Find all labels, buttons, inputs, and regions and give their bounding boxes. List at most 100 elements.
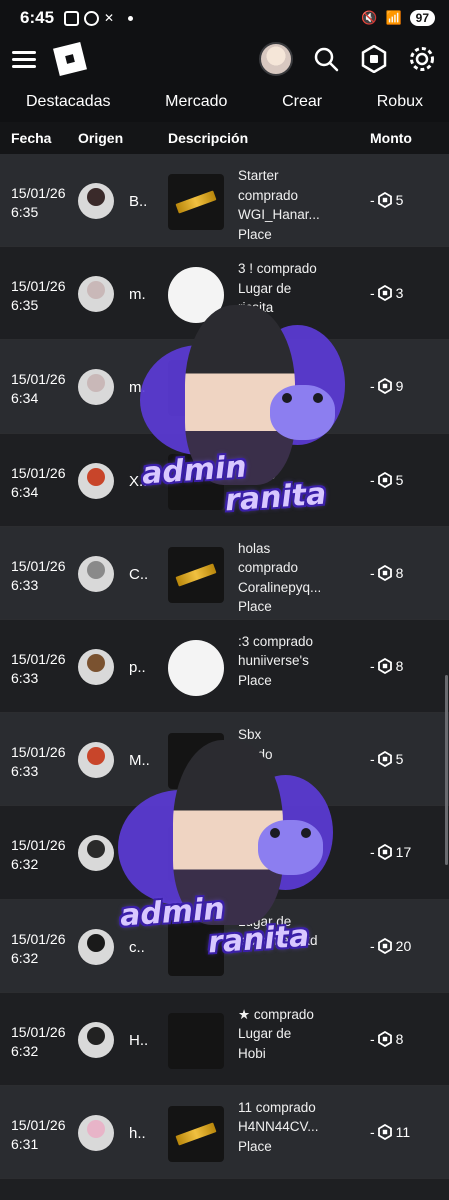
description-line: Place [238,1138,272,1154]
table-row[interactable]: 15/01/26 6:34 m. do - 9 [0,340,449,434]
user-avatar[interactable] [78,928,114,965]
roblox-logo-icon[interactable] [53,42,87,76]
item-thumbnail[interactable] [168,639,224,696]
transaction-description[interactable]: Lugar de lachamak_xd [238,912,362,951]
description-line: ★ comprado [238,1006,314,1022]
username[interactable]: h.. [129,1125,146,1142]
robux-icon[interactable] [359,44,389,74]
description-line: ildollie [238,467,276,483]
description-line: Sbx [238,727,262,743]
user-avatar[interactable] [78,1021,114,1058]
item-thumbnail[interactable] [168,360,224,417]
username[interactable]: X.. [129,473,147,490]
description-line: Place [238,226,272,242]
description-line: :3 comprado [238,633,314,649]
username[interactable]: C.. [129,566,148,583]
table-row[interactable]: 15/01/26 6:32 H.. ★ comprado Lugar de Hobi… [0,992,449,1086]
item-thumbnail[interactable] [168,453,224,510]
negative-sign: - [370,937,375,954]
table-row[interactable]: 15/01/26 6:33 M.. Sbx prado e ish - 5 [0,713,449,807]
item-thumbnail[interactable] [168,174,224,230]
transaction-date: 15/01/26 6:33 [11,743,66,781]
table-row[interactable]: 15/01/26 6:32 - 17 [0,806,449,900]
username[interactable]: B.. [129,193,147,210]
username[interactable]: H.. [129,1032,148,1049]
settings-gear-icon[interactable] [407,44,437,74]
user-avatar[interactable] [78,742,114,779]
username[interactable]: c.. [129,939,145,956]
search-icon[interactable] [311,44,341,74]
transaction-date: 15/01/26 6:34 [11,370,66,408]
transaction-description[interactable]: :3 comprado huniiverse's Place [238,632,362,691]
user-avatar[interactable] [78,462,114,499]
item-thumbnail[interactable] [168,733,224,790]
table-row[interactable]: 15/01/26 6:34 X.. Lugar ildollie - 5 [0,433,449,527]
description-line: comprado [238,187,299,203]
username[interactable]: m. [129,286,146,303]
time-text: 6:34 [11,390,39,407]
negative-sign: - [370,471,375,488]
transaction-date: 15/01/26 6:35 [11,277,66,315]
table-row[interactable]: 15/01/26 6:33 p.. :3 comprado huniiverse'… [0,619,449,714]
user-avatar[interactable] [78,369,114,406]
transaction-description[interactable]: Starter comprado WGI_Hanar... Place [238,166,362,244]
username[interactable]: m. [129,379,146,396]
battery-level: 97 [409,10,435,26]
transaction-description[interactable]: Sbx prado e ish [238,725,362,803]
user-avatar[interactable] [78,276,114,313]
user-avatar[interactable] [78,648,114,685]
table-row[interactable]: 15/01/26 6:35 B.. Starter comprado WGI_Han… [0,154,449,248]
date-text: 15/01/26 [11,744,66,761]
column-header-description: Descripción [168,130,249,146]
transaction-date: 15/01/26 6:32 [11,836,66,874]
item-thumbnail[interactable] [168,919,224,976]
user-avatar[interactable] [78,835,114,872]
transaction-amount: - 8 [370,657,403,674]
item-thumbnail[interactable] [168,826,224,883]
hamburger-menu-icon[interactable] [12,50,36,68]
user-avatar[interactable] [78,555,114,592]
item-thumbnail[interactable] [168,546,224,603]
tab-mercado[interactable]: Mercado [165,93,227,111]
negative-sign: - [370,751,375,768]
amount-value: 5 [395,471,404,488]
transaction-amount: - 5 [370,751,403,768]
scrollbar[interactable] [445,675,448,865]
table-row[interactable]: 15/01/26 6:33 C.. holas comprado Coralinep… [0,526,449,620]
transaction-amount: - 17 [370,844,411,861]
username[interactable]: M.. [129,752,150,769]
transaction-description[interactable]: holas comprado Coralinepyq... Place [238,539,362,617]
transaction-date: 15/01/26 6:32 [11,930,66,968]
description-line: Lugar de [238,913,292,929]
item-thumbnail[interactable] [168,1105,224,1162]
transaction-date: 15/01/26 6:33 [11,557,66,595]
robux-icon [377,657,392,674]
description-line: comprado [238,560,299,576]
tab-robux[interactable]: Robux [377,93,423,111]
transaction-amount: - 20 [370,937,411,954]
description-line: lachamak_xd [238,933,318,948]
tab-crear[interactable]: Crear [282,93,322,111]
table-row[interactable]: 15/01/26 6:31 h.. 11 comprado H4NN44CV...… [0,1085,449,1180]
negative-sign: - [370,1123,375,1140]
description-line: 3 ! comprado [238,261,317,277]
transaction-description[interactable]: 3 ! comprado Lugar de ricsita [238,259,362,318]
tab-destacadas[interactable]: Destacadas [26,93,111,111]
user-avatar[interactable] [78,183,114,219]
transaction-description[interactable]: do [238,352,362,372]
username[interactable]: p.. [129,659,146,676]
negative-sign: - [370,192,375,208]
user-avatar[interactable] [78,1114,114,1151]
status-time: 6:45 [20,8,55,27]
time-text: 6:32 [11,1042,39,1059]
item-thumbnail[interactable] [168,1012,224,1069]
robux-icon [377,937,392,954]
transaction-description[interactable]: 11 comprado H4NN44CV... Place [238,1098,362,1157]
transaction-description[interactable]: ★ comprado Lugar de Hobi [238,1005,362,1064]
table-row[interactable]: 15/01/26 6:35 m. 3 ! comprado Lugar de ric… [0,247,449,341]
item-thumbnail[interactable] [168,267,224,324]
table-row[interactable]: 15/01/26 6:32 c.. Lugar de lachamak_xd - … [0,899,449,993]
transaction-description[interactable]: Lugar ildollie [238,446,362,485]
profile-avatar-button[interactable] [259,42,293,76]
description-line: ish [238,785,256,801]
